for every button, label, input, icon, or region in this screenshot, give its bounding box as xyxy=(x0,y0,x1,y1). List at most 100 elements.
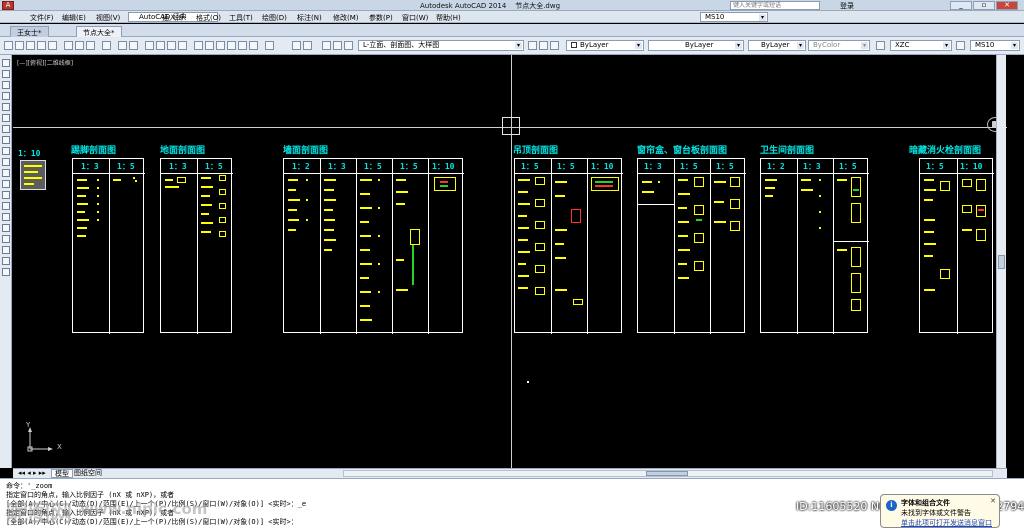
layer-manager-icon[interactable] xyxy=(292,41,301,50)
viewport-controls[interactable]: [—][俯视][二维线框] xyxy=(17,58,73,67)
zoom-window-icon[interactable] xyxy=(167,41,176,50)
dim-style-icon[interactable] xyxy=(956,41,965,50)
horizontal-scrollbar[interactable] xyxy=(343,470,993,477)
drawing-canvas[interactable]: [—][俯视][二维线框] 1：10 踢脚剖面图 1：3 1：5 地面剖面图 1… xyxy=(13,55,1007,468)
app-menu-button[interactable]: A xyxy=(2,1,14,10)
spline-icon[interactable] xyxy=(2,147,10,155)
menu-view[interactable]: 视图(V) xyxy=(96,13,120,23)
pan-icon[interactable] xyxy=(145,41,154,50)
paste-icon[interactable] xyxy=(86,41,95,50)
dim-style-dropdown[interactable]: MS10 ▾ xyxy=(970,40,1020,51)
menu-draw[interactable]: 绘图(D) xyxy=(262,13,287,23)
close-button[interactable]: ✕ xyxy=(996,1,1018,10)
menu-format[interactable]: 格式(O) xyxy=(196,13,221,23)
layer-dropdown[interactable]: L-立面、剖面图、大样图 ▾ xyxy=(358,40,524,51)
detail-block xyxy=(410,229,420,245)
zoom-realtime-icon[interactable] xyxy=(156,41,165,50)
rectangle-icon[interactable] xyxy=(2,103,10,111)
line-icon[interactable] xyxy=(2,59,10,67)
design-center-icon[interactable] xyxy=(205,41,214,50)
login-button[interactable]: 登录 xyxy=(840,1,854,11)
menu-parametric[interactable]: 参数(P) xyxy=(369,13,393,23)
ellipse-icon[interactable] xyxy=(2,158,10,166)
help-icon[interactable] xyxy=(265,41,274,50)
match-properties-icon[interactable] xyxy=(102,41,111,50)
menu-insert[interactable]: 插入(I) xyxy=(162,13,184,23)
open-file-icon[interactable] xyxy=(15,41,24,50)
gradient-icon[interactable] xyxy=(2,224,10,232)
scroll-thumb[interactable] xyxy=(998,255,1005,269)
help-search-input[interactable]: 键入关键字或短语 xyxy=(730,1,820,10)
menu-dimension[interactable]: 标注(N) xyxy=(297,13,322,23)
cut-icon[interactable] xyxy=(64,41,73,50)
scroll-thumb[interactable] xyxy=(646,471,688,476)
sheet-header-line xyxy=(638,173,746,174)
restore-button[interactable]: ▫ xyxy=(973,1,995,10)
tab-layout[interactable]: 图纸空间 xyxy=(71,469,105,478)
ms-box[interactable]: MS10 ▾ xyxy=(700,12,768,22)
menu-modify[interactable]: 修改(M) xyxy=(333,13,359,23)
redo-icon[interactable] xyxy=(129,41,138,50)
tab-nav-arrows[interactable]: ◂◂ ◂ ▸ ▸▸ xyxy=(15,469,49,478)
arc-icon[interactable] xyxy=(2,114,10,122)
ellipse-arc-icon[interactable] xyxy=(2,169,10,177)
tab-file-2[interactable]: 节点大全* xyxy=(76,26,122,37)
preview-icon[interactable] xyxy=(48,41,57,50)
layer-visibility-icon[interactable] xyxy=(322,41,331,50)
print-icon[interactable] xyxy=(37,41,46,50)
layer-state-icon[interactable] xyxy=(303,41,312,50)
menu-edit[interactable]: 编辑(E) xyxy=(62,13,86,23)
multiline-text-icon[interactable] xyxy=(2,257,10,265)
layer-freeze-icon[interactable] xyxy=(333,41,342,50)
menu-tools[interactable]: 工具(T) xyxy=(229,13,253,23)
polygon-icon[interactable] xyxy=(2,92,10,100)
color-dropdown[interactable]: ByLayer ▾ xyxy=(566,40,644,51)
menu-file[interactable]: 文件(F) xyxy=(30,13,54,23)
linetype-dropdown[interactable]: ByLayer ▾ xyxy=(648,40,744,51)
vertical-scrollbar[interactable] xyxy=(996,55,1006,468)
markup-icon[interactable] xyxy=(238,41,247,50)
menu-window[interactable]: 窗口(W) xyxy=(402,13,428,23)
properties-icon[interactable] xyxy=(194,41,203,50)
layer-previous-icon[interactable] xyxy=(539,41,548,50)
text-style-dropdown[interactable]: XZC ▾ xyxy=(890,40,952,51)
undo-icon[interactable] xyxy=(118,41,127,50)
layer-lock-icon[interactable] xyxy=(344,41,353,50)
make-block-icon[interactable] xyxy=(2,191,10,199)
copy-icon[interactable] xyxy=(75,41,84,50)
polyline-icon[interactable] xyxy=(2,81,10,89)
tab-model[interactable]: 模型 xyxy=(51,469,73,478)
notification-link[interactable]: 单击此项可打开发送消息窗口 xyxy=(901,518,992,528)
sheet-set-icon[interactable] xyxy=(227,41,236,50)
add-selected-icon[interactable] xyxy=(2,268,10,276)
detail-line xyxy=(765,179,777,181)
detail-mark xyxy=(135,180,137,182)
notification-balloon[interactable]: i 字体和组合文件 未找到字体或文件警告 单击此项可打开发送消息窗口 ✕ xyxy=(880,494,1000,528)
point-icon[interactable] xyxy=(2,202,10,210)
tool-palettes-icon[interactable] xyxy=(216,41,225,50)
zoom-previous-icon[interactable] xyxy=(178,41,187,50)
revision-cloud-icon[interactable] xyxy=(2,136,10,144)
plotstyle-dropdown[interactable]: ByColor ▾ xyxy=(808,40,870,51)
lineweight-dropdown[interactable]: ByLayer ▾ xyxy=(748,40,806,51)
layer-walk-icon[interactable] xyxy=(550,41,559,50)
ucs-icon xyxy=(27,427,53,452)
circle-icon[interactable] xyxy=(2,125,10,133)
color-swatch xyxy=(571,42,577,48)
construction-line-icon[interactable] xyxy=(2,70,10,78)
save-icon[interactable] xyxy=(26,41,35,50)
detail-block xyxy=(940,181,950,191)
make-current-layer-icon[interactable] xyxy=(528,41,537,50)
calculator-icon[interactable] xyxy=(249,41,258,50)
insert-block-icon[interactable] xyxy=(2,180,10,188)
menu-help[interactable]: 帮助(H) xyxy=(436,13,461,23)
table-icon[interactable] xyxy=(2,246,10,254)
minimize-button[interactable]: _ xyxy=(950,1,972,10)
new-file-icon[interactable] xyxy=(4,41,13,50)
text-style-icon[interactable] xyxy=(876,41,885,50)
sheet-divider xyxy=(710,159,711,334)
close-icon[interactable]: ✕ xyxy=(990,497,996,505)
region-icon[interactable] xyxy=(2,235,10,243)
tab-file-1[interactable]: 王女士* xyxy=(10,26,49,37)
hatch-icon[interactable] xyxy=(2,213,10,221)
